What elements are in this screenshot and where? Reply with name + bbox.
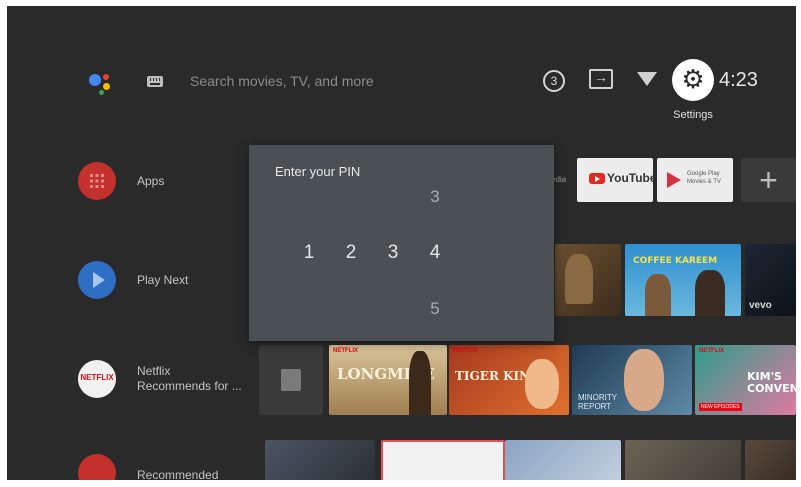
pin-digit-3[interactable]: 3 bbox=[383, 242, 403, 264]
google-assistant-icon[interactable] bbox=[87, 70, 117, 100]
wifi-icon[interactable] bbox=[637, 72, 657, 86]
youtube-app-tile[interactable]: YouTube bbox=[577, 158, 653, 202]
poster-figure bbox=[565, 254, 593, 304]
clock: 4:23 bbox=[719, 69, 758, 91]
netflix-badge: NETFLIX bbox=[333, 348, 358, 354]
row-label-apps: Apps bbox=[137, 174, 165, 188]
netflix-row-subtitle: Recommends for ... bbox=[137, 379, 242, 393]
netflix-badge: NETFLIX bbox=[453, 348, 478, 354]
gear-icon: ⚙ bbox=[681, 65, 705, 95]
play-next-card-1[interactable] bbox=[555, 244, 621, 316]
recommended-card-2[interactable] bbox=[381, 440, 505, 480]
vevo-label: vevo bbox=[749, 300, 772, 311]
vevo-card[interactable]: vevo bbox=[745, 244, 796, 316]
google-play-label: Google Play Movies & TV bbox=[687, 170, 721, 186]
poster-figure bbox=[695, 270, 725, 316]
google-play-line-1: Google Play bbox=[687, 171, 720, 177]
pin-digit-below: 5 bbox=[430, 299, 440, 318]
poster-figure bbox=[645, 274, 671, 316]
recommended-card-5[interactable] bbox=[745, 440, 796, 480]
minority-report-title: MINORITY REPORT bbox=[578, 393, 617, 411]
tiger-king-card[interactable]: NETFLIX TIGER KING bbox=[449, 345, 569, 415]
netflix-badge: NETFLIX bbox=[699, 348, 724, 354]
keyboard-icon[interactable] bbox=[147, 76, 163, 87]
search-input[interactable]: Search movies, TV, and more bbox=[190, 73, 374, 89]
coffee-kareem-title: COFFEE KAREEM bbox=[633, 256, 718, 266]
pin-dialog-title: Enter your PIN bbox=[275, 164, 361, 179]
pin-digit-4[interactable]: 4 bbox=[425, 242, 445, 264]
row-label-recommended: Recommended bbox=[137, 468, 219, 480]
new-episodes-badge: NEW EPISODES bbox=[699, 403, 742, 411]
youtube-tile-label: YouTube bbox=[607, 171, 653, 185]
apps-grid-icon[interactable] bbox=[78, 162, 116, 200]
tv-home-screen: Search movies, TV, and more 3 ⚙ Settings… bbox=[7, 6, 796, 480]
add-app-button[interactable]: + bbox=[741, 158, 796, 202]
recommended-card-1[interactable] bbox=[265, 440, 375, 480]
kims-convenience-title: KIM'S CONVENIENCE bbox=[747, 370, 796, 395]
minority-report-card[interactable]: MINORITY REPORT bbox=[572, 345, 692, 415]
row-label-netflix: Netflix Recommends for ... bbox=[137, 364, 242, 394]
play-icon[interactable] bbox=[78, 261, 116, 299]
pin-digit-2[interactable]: 2 bbox=[341, 242, 361, 264]
recommended-card-4[interactable] bbox=[625, 440, 741, 480]
netflix-logo-text: NETFLIX bbox=[80, 373, 114, 382]
google-play-movies-tile[interactable]: Google Play Movies & TV bbox=[657, 158, 733, 202]
notification-count-icon[interactable]: 3 bbox=[543, 70, 565, 92]
input-source-icon[interactable] bbox=[589, 69, 613, 89]
netflix-placeholder-card[interactable] bbox=[259, 345, 323, 415]
kims-convenience-card[interactable]: NETFLIX KIM'S CONVENIENCE NEW EPISODES bbox=[695, 345, 796, 415]
longmire-card[interactable]: NETFLIX LONGMIRE bbox=[329, 345, 447, 415]
settings-label: Settings bbox=[673, 109, 713, 121]
youtube-icon[interactable] bbox=[78, 454, 116, 480]
google-play-line-2: Movies & TV bbox=[687, 179, 721, 185]
pin-digit-1[interactable]: 1 bbox=[299, 242, 319, 264]
settings-button[interactable]: ⚙ bbox=[672, 59, 714, 101]
poster-figure bbox=[624, 349, 664, 411]
youtube-logo-icon bbox=[589, 173, 605, 184]
netflix-logo[interactable]: NETFLIX bbox=[78, 360, 116, 398]
tv-icon bbox=[281, 369, 301, 391]
coffee-kareem-card[interactable]: COFFEE KAREEM bbox=[625, 244, 741, 316]
google-play-icon bbox=[667, 172, 681, 188]
recommended-card-3[interactable] bbox=[505, 440, 621, 480]
netflix-row-title: Netflix bbox=[137, 364, 171, 378]
row-label-play-next: Play Next bbox=[137, 273, 189, 287]
poster-figure bbox=[525, 359, 559, 409]
poster-figure bbox=[409, 351, 431, 415]
pin-digit-above: 3 bbox=[430, 187, 440, 206]
pin-entry-dialog: Enter your PIN 3 1 2 3 4 5 bbox=[249, 145, 554, 341]
